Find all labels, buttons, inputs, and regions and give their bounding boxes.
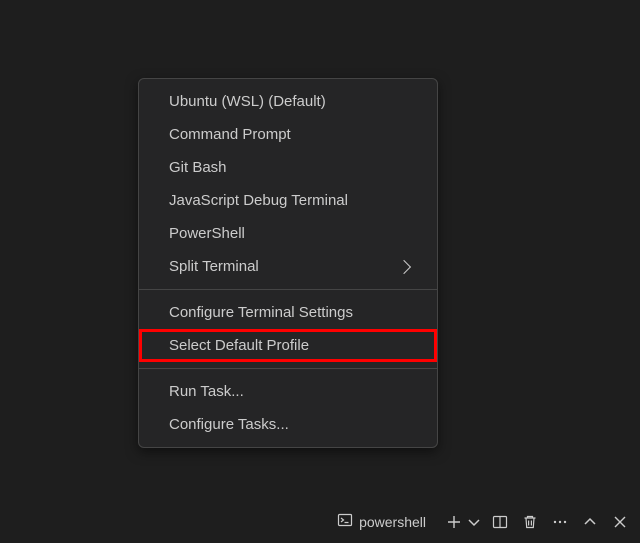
menu-item-split-terminal[interactable]: Split Terminal [139,250,437,283]
menu-item-label: Configure Terminal Settings [169,304,353,321]
menu-item-select-default-profile[interactable]: Select Default Profile [139,329,437,362]
menu-item-label: JavaScript Debug Terminal [169,192,348,209]
menu-item-label: Command Prompt [169,126,291,143]
terminal-context-menu: Ubuntu (WSL) (Default) Command Prompt Gi… [138,78,438,448]
menu-item-ubuntu-wsl[interactable]: Ubuntu (WSL) (Default) [139,85,437,118]
kill-terminal-button[interactable] [518,510,542,534]
menu-item-label: Ubuntu (WSL) (Default) [169,93,326,110]
terminal-panel-toolbar: powershell [331,508,632,535]
menu-divider [139,368,437,369]
new-terminal-button[interactable] [442,510,466,534]
menu-item-label: Run Task... [169,383,244,400]
menu-item-label: Split Terminal [169,258,259,275]
maximize-panel-button[interactable] [578,510,602,534]
menu-divider [139,289,437,290]
menu-item-powershell[interactable]: PowerShell [139,217,437,250]
menu-item-configure-terminal-settings[interactable]: Configure Terminal Settings [139,296,437,329]
new-terminal-dropdown-button[interactable] [466,510,482,534]
split-terminal-button[interactable] [488,510,512,534]
menu-item-label: PowerShell [169,225,245,242]
menu-item-command-prompt[interactable]: Command Prompt [139,118,437,151]
menu-item-label: Select Default Profile [169,337,309,354]
menu-item-configure-tasks[interactable]: Configure Tasks... [139,408,437,441]
terminal-icon [337,512,353,531]
menu-item-git-bash[interactable]: Git Bash [139,151,437,184]
new-terminal-group [442,510,482,534]
terminal-tab[interactable]: powershell [331,508,436,535]
menu-item-label: Git Bash [169,159,227,176]
terminal-tab-label: powershell [359,514,426,530]
chevron-right-icon [397,259,411,273]
menu-item-run-task[interactable]: Run Task... [139,375,437,408]
menu-item-js-debug-terminal[interactable]: JavaScript Debug Terminal [139,184,437,217]
menu-item-label: Configure Tasks... [169,416,289,433]
more-actions-button[interactable] [548,510,572,534]
close-panel-button[interactable] [608,510,632,534]
